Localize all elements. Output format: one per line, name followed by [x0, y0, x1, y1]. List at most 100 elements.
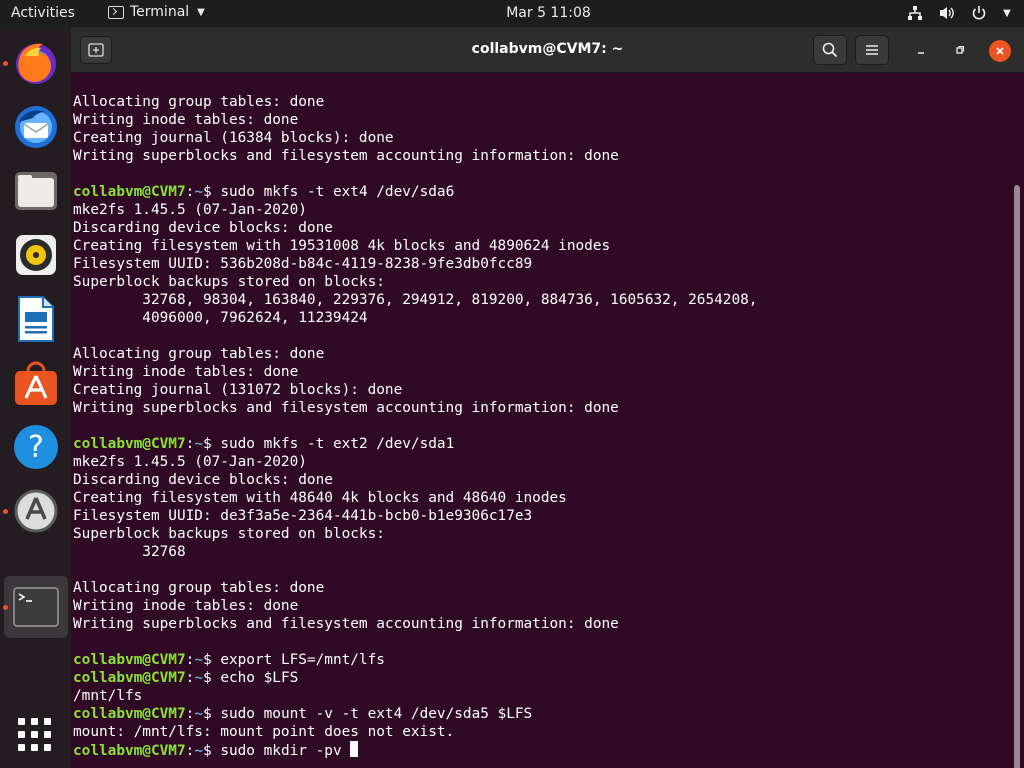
prompt-path: ~	[194, 743, 203, 759]
output-line: Writing superblocks and filesystem accou…	[73, 615, 757, 633]
text-cursor	[350, 741, 359, 757]
terminal-app-icon	[13, 587, 59, 627]
clock[interactable]: Mar 5 11:08	[506, 5, 591, 21]
command-line: collabvm@CVM7:~$ sudo mkdir -pv	[73, 741, 757, 759]
prompt-path: ~	[194, 436, 203, 452]
firefox-icon	[16, 43, 56, 84]
output-text: Allocating group tables: done	[73, 580, 325, 596]
output-line: 32768, 98304, 163840, 229376, 294912, 81…	[73, 291, 757, 309]
output-line: Allocating group tables: done	[73, 93, 757, 111]
new-tab-button[interactable]	[80, 36, 112, 64]
output-line: Writing inode tables: done	[73, 597, 757, 615]
prompt-separator: :	[185, 743, 195, 759]
dock-files[interactable]	[4, 160, 68, 222]
prompt-separator: :	[185, 436, 195, 452]
running-indicator	[3, 61, 8, 66]
command-text: sudo mkfs -t ext2 /dev/sda1	[211, 436, 455, 452]
volume-icon[interactable]	[938, 4, 956, 22]
dock-writer[interactable]	[4, 288, 68, 350]
prompt-user: collabvm@CVM7	[73, 706, 186, 722]
app-menu-label: Terminal	[130, 4, 190, 20]
prompt-path: ~	[194, 652, 203, 668]
command-text: echo $LFS	[211, 670, 299, 686]
libreoffice-writer-icon	[18, 296, 54, 342]
output-text: Superblock backups stored on blocks:	[73, 526, 385, 542]
command-line: collabvm@CVM7:~$ sudo mkfs -t ext2 /dev/…	[73, 435, 757, 453]
output-text: 4096000, 7962624, 11239424	[73, 310, 368, 326]
command-text: export LFS=/mnt/lfs	[211, 652, 385, 668]
output-line: Writing superblocks and filesystem accou…	[73, 399, 757, 417]
output-text: Filesystem UUID: de3f3a5e-2364-441b-bcb0…	[73, 508, 533, 524]
prompt-symbol: $	[202, 184, 212, 200]
output-line: Creating journal (131072 blocks): done	[73, 381, 757, 399]
output-text: Creating filesystem with 48640 4k blocks…	[73, 490, 567, 506]
hamburger-icon	[866, 45, 878, 55]
prompt-symbol: $	[202, 743, 212, 759]
output-line: Discarding device blocks: done	[73, 471, 757, 489]
output-text: Creating journal (131072 blocks): done	[73, 382, 403, 398]
minimize-button[interactable]	[910, 39, 932, 61]
minimize-icon	[918, 52, 924, 54]
output-text: Writing inode tables: done	[73, 112, 299, 128]
output-text: Discarding device blocks: done	[73, 472, 333, 488]
output-text: 32768, 98304, 163840, 229376, 294912, 81…	[73, 292, 758, 308]
running-indicator	[3, 509, 8, 514]
terminal-icon	[108, 5, 124, 19]
prompt-separator: :	[185, 652, 195, 668]
dock-help[interactable]: ?	[4, 416, 68, 478]
activities-button[interactable]: Activities	[11, 5, 75, 21]
output-line: Creating journal (16384 blocks): done	[73, 129, 757, 147]
close-icon	[996, 47, 1004, 55]
command-line: collabvm@CVM7:~$ export LFS=/mnt/lfs	[73, 651, 757, 669]
scrollbar[interactable]	[1014, 185, 1020, 768]
prompt-user: collabvm@CVM7	[73, 743, 186, 759]
prompt-symbol: $	[202, 652, 212, 668]
output-text: Writing superblocks and filesystem accou…	[73, 400, 619, 416]
command-text: sudo mkfs -t ext4 /dev/sda6	[211, 184, 455, 200]
output-text: Allocating group tables: done	[73, 94, 325, 110]
prompt-path: ~	[194, 670, 203, 686]
prompt-separator: :	[185, 706, 195, 722]
close-button[interactable]	[989, 40, 1011, 62]
power-icon[interactable]	[970, 4, 988, 22]
output-line: Filesystem UUID: de3f3a5e-2364-441b-bcb0…	[73, 507, 757, 525]
new-tab-icon	[88, 43, 104, 57]
terminal-area[interactable]: Allocating group tables: done Writing ino…	[71, 73, 1024, 768]
app-menu[interactable]: Terminal ▼	[108, 4, 205, 20]
output-text: Writing inode tables: done	[73, 364, 299, 380]
output-line: Filesystem UUID: 536b208d-b84c-4119-8238…	[73, 255, 757, 273]
network-icon[interactable]	[906, 4, 924, 22]
output-text: mke2fs 1.45.5 (07-Jan-2020)	[73, 454, 307, 470]
maximize-button[interactable]	[949, 39, 971, 61]
dock-thunderbird[interactable]	[4, 96, 68, 158]
ubuntu-software-icon	[15, 361, 57, 405]
dock-rhythmbox[interactable]	[4, 224, 68, 286]
system-tray[interactable]: ▼	[906, 4, 1012, 22]
dock-firefox[interactable]	[3, 32, 68, 94]
output-line: mke2fs 1.45.5 (07-Jan-2020)	[73, 453, 757, 471]
caret-down-icon: ▼	[197, 6, 205, 18]
output-line: Allocating group tables: done	[73, 579, 757, 597]
command-text: sudo mkdir -pv	[211, 743, 351, 759]
output-text: Allocating group tables: done	[73, 346, 325, 362]
running-indicator	[3, 605, 8, 610]
restore-icon	[956, 45, 965, 54]
dock-ubuntu-software[interactable]	[4, 352, 68, 414]
show-applications-button[interactable]	[18, 718, 52, 752]
output-text: mke2fs 1.45.5 (07-Jan-2020)	[73, 202, 307, 218]
terminal-output[interactable]: Allocating group tables: done Writing ino…	[73, 93, 757, 759]
output-text: Superblock backups stored on blocks:	[73, 274, 385, 290]
dock-terminal[interactable]	[3, 576, 68, 638]
prompt-symbol: $	[202, 706, 212, 722]
prompt-symbol: $	[202, 436, 212, 452]
search-icon	[822, 42, 838, 58]
system-menu-caret-icon[interactable]: ▼	[1002, 4, 1012, 22]
output-line: 4096000, 7962624, 11239424	[73, 309, 757, 327]
dock-software-updater[interactable]	[3, 480, 68, 542]
prompt-separator: :	[185, 670, 195, 686]
output-text: /mnt/lfs	[73, 688, 143, 704]
search-button[interactable]	[813, 35, 847, 65]
prompt-path: ~	[194, 184, 203, 200]
hamburger-menu-button[interactable]	[855, 35, 889, 65]
